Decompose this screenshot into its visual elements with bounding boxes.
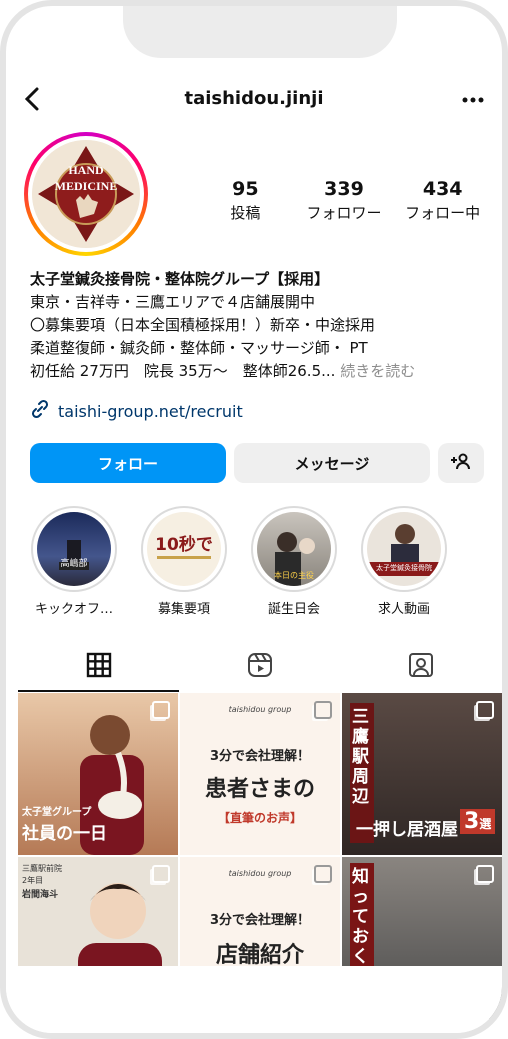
tab-tagged[interactable]	[341, 642, 502, 692]
phone-notch	[123, 6, 397, 58]
highlight-cover: 高嶋部	[37, 512, 111, 586]
read-more-link[interactable]: 続きを読む	[335, 362, 415, 380]
avatar: HAND MEDICINE	[32, 140, 140, 248]
profile-actions: フォロー メッセージ	[30, 443, 484, 483]
tagged-icon	[407, 651, 435, 683]
highlight-cover: 太子堂鍼灸接骨院	[367, 512, 441, 586]
bio-line: 柔道整復師・鍼灸師・整体師・マッサージ師・ PT	[30, 339, 368, 357]
more-options-icon[interactable]	[462, 84, 484, 109]
highlight-cover: 10秒で	[147, 512, 221, 586]
highlight-label: 誕生日会	[267, 602, 320, 617]
profile-avatar-ring[interactable]: HAND MEDICINE	[24, 132, 148, 256]
stat-following-count: 434	[422, 178, 463, 200]
bio-line: 東京・吉祥寺・三鷹エリアで４店舗展開中	[30, 293, 316, 311]
stat-followers-count: 339	[324, 178, 364, 200]
profile-header: taishidou.jinji	[6, 84, 502, 120]
follow-button[interactable]: フォロー	[30, 443, 226, 483]
stat-posts[interactable]: 95 投稿	[196, 178, 295, 223]
profile-display-name: 太子堂鍼灸接骨院・整体院グループ【採用】	[30, 270, 330, 288]
bio-line: 初任給 27万円 院長 35万〜 整体師26.5... 続きを読む	[30, 360, 490, 383]
link-icon	[30, 399, 50, 423]
post-vertical-title: 三鷹駅周辺	[352, 707, 369, 807]
profile-link[interactable]: taishi-group.net/recruit	[30, 399, 243, 423]
post-caption-main: 一押し居酒屋	[356, 820, 458, 840]
post-thumbnail[interactable]: taishidou group 3分で会社理解！ 患者さまの 【直筆のお声】	[180, 693, 340, 855]
tab-posts-grid[interactable]	[18, 642, 180, 692]
bio-line-text: 初任給 27万円 院長 35万〜 整体師26.5...	[30, 362, 336, 380]
post-caption-top: 太子堂グループ	[22, 807, 92, 818]
highlight-item[interactable]: 太子堂鍼灸接骨院 求人動画	[352, 506, 456, 617]
post-thumbnail[interactable]: 三鷹駅周辺 一押し居酒屋 3選	[342, 693, 502, 855]
multi-post-icon	[152, 701, 170, 719]
post-badge: 3選	[460, 809, 496, 834]
stat-followers-label: フォロワー	[306, 204, 382, 222]
reels-icon	[246, 651, 274, 683]
avatar-text-top: HAND	[68, 163, 104, 177]
stat-following[interactable]: 434 フォロー中	[393, 178, 492, 223]
post-lead: 3分で会社理解！	[209, 749, 311, 764]
multi-post-icon	[314, 701, 332, 719]
avatar-text-bottom: MEDICINE	[55, 179, 118, 193]
stat-following-label: フォロー中	[405, 204, 481, 222]
stat-posts-label: 投稿	[230, 204, 261, 222]
multi-post-icon	[476, 865, 494, 883]
multi-post-icon	[314, 865, 332, 883]
profile-username: taishidou.jinji	[184, 88, 324, 109]
phone-frame: taishidou.jinji HAND MEDICINE 95 投稿 339 …	[0, 0, 508, 1039]
highlight-item[interactable]: 10秒で 募集要項	[132, 506, 236, 617]
highlight-label: 求人動画	[377, 602, 430, 617]
message-button[interactable]: メッセージ	[234, 443, 430, 483]
grid-icon	[86, 652, 112, 682]
post-sub: 【直筆のお声】	[217, 811, 302, 825]
post-caption-main: 社員の一日	[22, 824, 107, 844]
highlight-item[interactable]: 本日の主役 誕生日会	[242, 506, 346, 617]
story-highlights: 高嶋部 キックオフ… 10秒で 募集要項 本日の主役 誕生日会 太子堂鍼灸接骨院…	[22, 506, 456, 617]
add-person-icon	[450, 452, 472, 474]
highlight-item[interactable]: 高嶋部 キックオフ…	[22, 506, 126, 617]
highlight-cover-text: 太子堂鍼灸接骨院	[376, 564, 432, 572]
post-thumbnail[interactable]: 太子堂グループ 社員の一日	[18, 693, 178, 855]
post-caption-main: 患者さまの	[204, 777, 315, 802]
stat-posts-count: 95	[232, 178, 259, 200]
bottom-fade	[6, 966, 502, 1033]
highlight-cover: 本日の主役	[257, 512, 331, 586]
multi-post-icon	[476, 701, 494, 719]
bio-line: 〇募集要項（日本全国積極採用！）新卒・中途採用	[30, 316, 376, 334]
multi-post-icon	[152, 865, 170, 883]
profile-link-text: taishi-group.net/recruit	[58, 401, 243, 421]
post-badge-number: 3	[464, 809, 480, 834]
highlight-label: キックオフ…	[34, 602, 113, 617]
add-person-button[interactable]	[438, 443, 484, 483]
post-lead: 3分で会社理解！	[209, 913, 311, 928]
highlight-cover-text: 10秒で	[155, 535, 213, 555]
highlight-cover-text: 高嶋部	[60, 559, 88, 569]
profile-bio: 太子堂鍼灸接骨院・整体院グループ【採用】 東京・吉祥寺・三鷹エリアで４店舗展開中…	[30, 268, 490, 383]
stat-followers[interactable]: 339 フォロワー	[295, 178, 394, 223]
tab-reels[interactable]	[179, 642, 340, 692]
highlight-cover-text: 本日の主役	[274, 571, 314, 580]
post-badge-suffix: 選	[479, 817, 492, 831]
highlight-label: 募集要項	[157, 602, 210, 617]
profile-tabs	[18, 642, 502, 692]
post-caption-main: 店舗紹介	[215, 943, 304, 968]
profile-stats: 95 投稿 339 フォロワー 434 フォロー中	[196, 178, 492, 223]
